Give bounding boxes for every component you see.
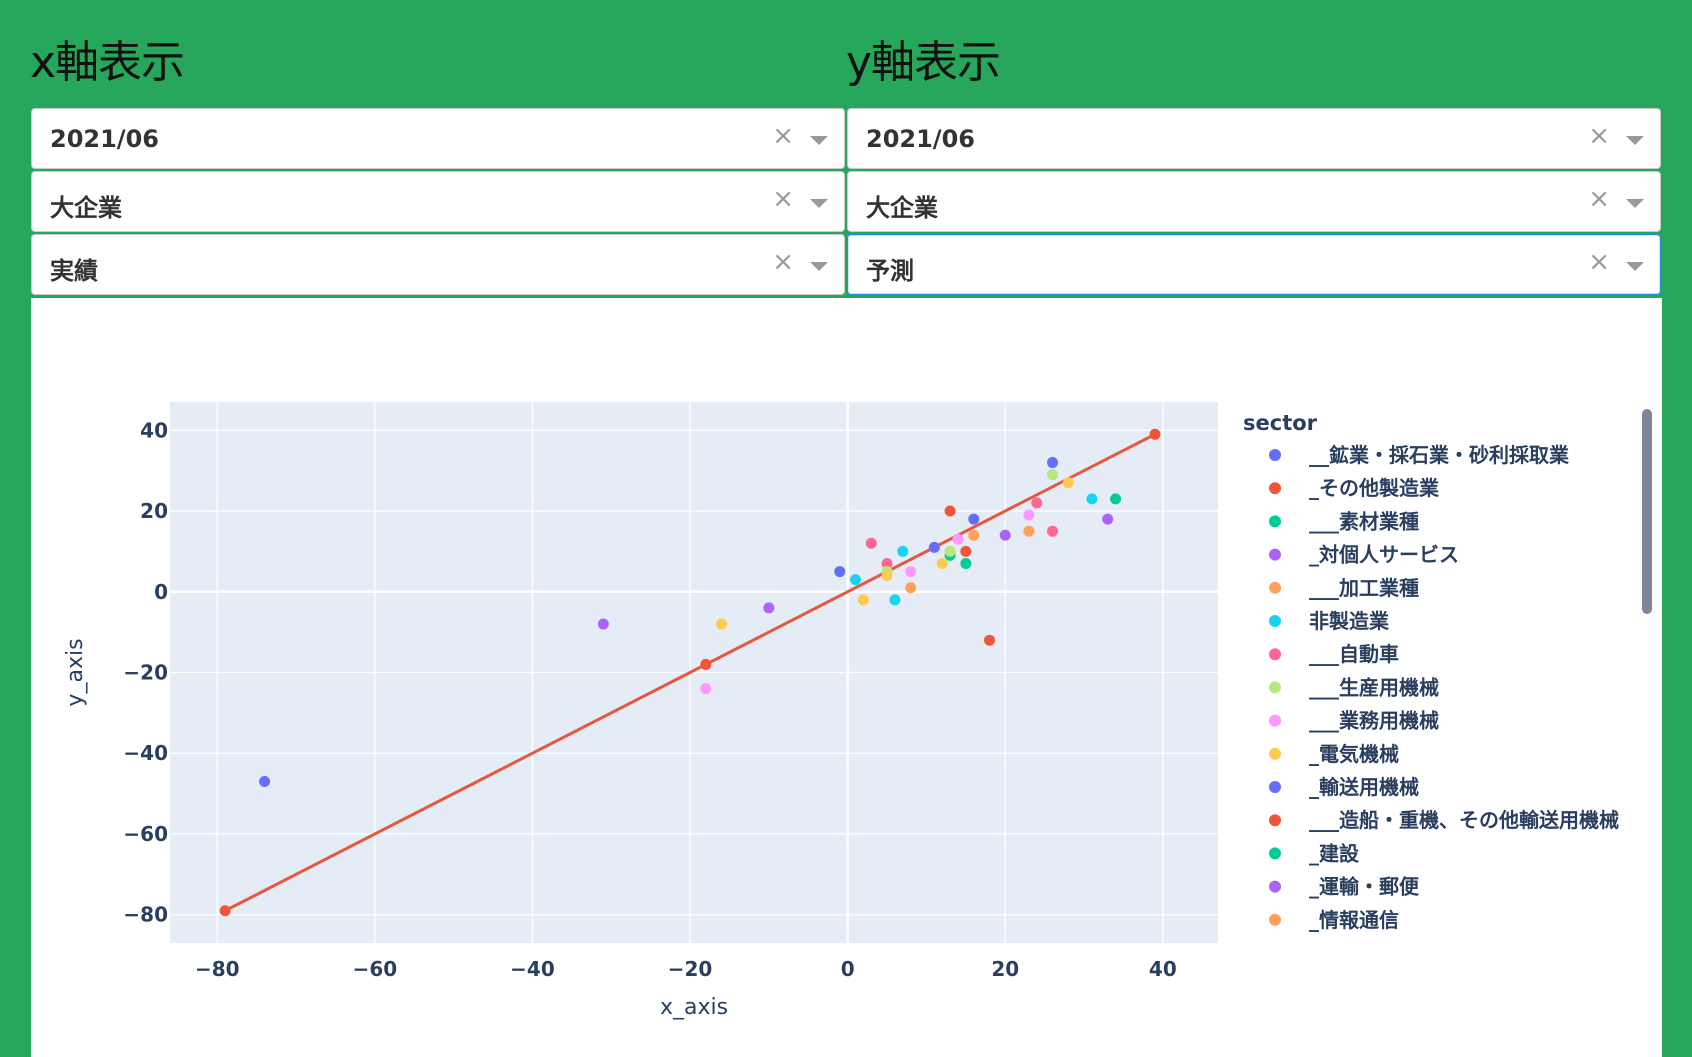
x-date-dropdown[interactable]: 2021/06 × xyxy=(31,108,845,169)
clear-icon[interactable]: × xyxy=(772,184,794,214)
x-axis-header: x軸表示 xyxy=(30,37,185,88)
y-type-value: 予測 xyxy=(866,257,914,285)
chevron-down-icon[interactable] xyxy=(810,136,828,145)
chevron-down-icon[interactable] xyxy=(1626,262,1644,271)
x-type-dropdown[interactable]: 実績 × xyxy=(31,234,845,295)
y-size-value: 大企業 xyxy=(866,194,938,222)
clear-icon[interactable]: × xyxy=(1588,184,1610,214)
clear-icon[interactable]: × xyxy=(772,247,794,277)
x-controls: 2021/06 × 大企業 × 実績 × xyxy=(31,108,845,297)
x-type-value: 実績 xyxy=(50,257,98,285)
y-axis-header: y軸表示 xyxy=(846,37,1001,88)
chevron-down-icon[interactable] xyxy=(810,199,828,208)
y-size-dropdown[interactable]: 大企業 × xyxy=(847,171,1661,232)
legend-scrollbar[interactable] xyxy=(1642,409,1652,614)
chevron-down-icon[interactable] xyxy=(1626,199,1644,208)
y-controls: 2021/06 × 大企業 × 予測 × xyxy=(847,108,1661,297)
chevron-down-icon[interactable] xyxy=(810,262,828,271)
x-size-dropdown[interactable]: 大企業 × xyxy=(31,171,845,232)
y-date-dropdown[interactable]: 2021/06 × xyxy=(847,108,1661,169)
clear-icon[interactable]: × xyxy=(1588,247,1610,277)
y-type-dropdown[interactable]: 予測 × xyxy=(847,234,1661,295)
y-date-value: 2021/06 xyxy=(866,125,975,153)
x-date-value: 2021/06 xyxy=(50,125,159,153)
x-size-value: 大企業 xyxy=(50,194,122,222)
chevron-down-icon[interactable] xyxy=(1626,136,1644,145)
clear-icon[interactable]: × xyxy=(772,121,794,151)
plot-panel xyxy=(31,298,1662,1057)
clear-icon[interactable]: × xyxy=(1588,121,1610,151)
